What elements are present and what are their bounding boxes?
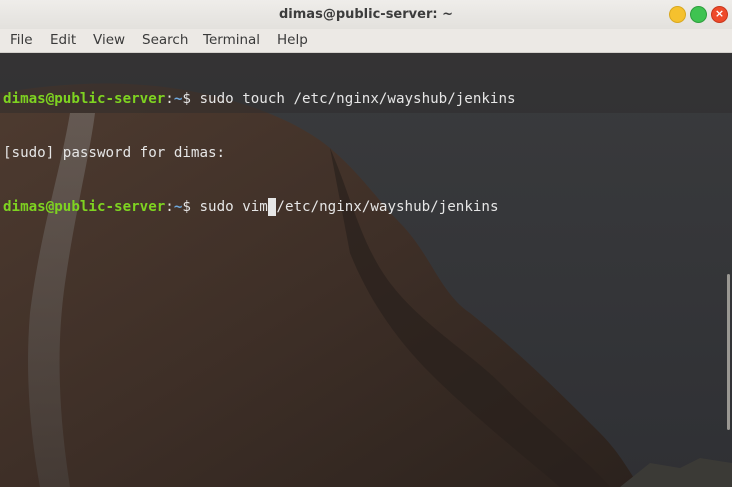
menu-bar: File Edit View Search Terminal Help: [0, 29, 732, 53]
prompt-symbol: $: [182, 91, 200, 107]
title-bar[interactable]: dimas@public-server: ~ ×: [0, 0, 732, 30]
prompt-separator: :: [165, 91, 174, 107]
minimize-button[interactable]: [669, 6, 686, 23]
output-text: [sudo] password for dimas:: [3, 145, 226, 161]
menu-file[interactable]: File: [10, 32, 33, 48]
menu-terminal[interactable]: Terminal: [203, 32, 260, 48]
terminal-line: dimas@public-server:~$ sudo touch /etc/n…: [3, 90, 516, 108]
terminal-line: [sudo] password for dimas:: [3, 144, 516, 162]
terminal-window: dimas@public-server: ~ × File Edit View …: [0, 0, 732, 487]
command-text: sudo vim: [199, 199, 268, 215]
menu-edit[interactable]: Edit: [50, 32, 76, 48]
prompt-separator: :: [165, 199, 174, 215]
command-text: sudo touch /etc/nginx/wayshub/jenkins: [199, 91, 516, 107]
maximize-button[interactable]: [690, 6, 707, 23]
menu-search[interactable]: Search: [142, 32, 188, 48]
close-button[interactable]: ×: [711, 6, 728, 23]
terminal-output: dimas@public-server:~$ sudo touch /etc/n…: [3, 54, 516, 252]
menu-help[interactable]: Help: [277, 32, 308, 48]
window-title: dimas@public-server: ~: [279, 7, 453, 22]
scrollbar[interactable]: [727, 274, 730, 430]
prompt-user: dimas@public-server: [3, 199, 166, 215]
command-text-after-cursor: /etc/nginx/wayshub/jenkins: [276, 199, 499, 215]
prompt-symbol: $: [182, 199, 200, 215]
terminal-area[interactable]: dimas@public-server:~$ sudo touch /etc/n…: [0, 53, 732, 487]
close-icon: ×: [714, 7, 725, 20]
prompt-user: dimas@public-server: [3, 91, 166, 107]
terminal-line: dimas@public-server:~$ sudo vim /etc/ngi…: [3, 198, 516, 216]
menu-view[interactable]: View: [93, 32, 125, 48]
